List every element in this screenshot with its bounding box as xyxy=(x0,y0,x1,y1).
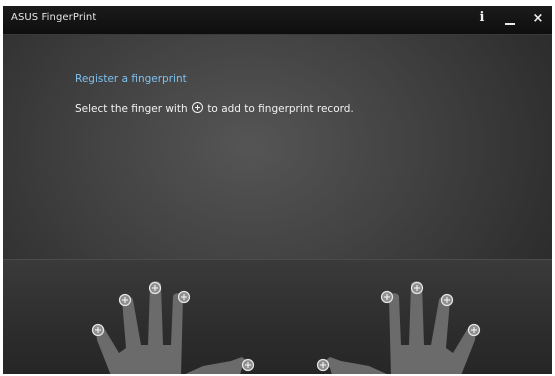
left-middle-add-button[interactable] xyxy=(148,281,162,295)
right-hand xyxy=(325,281,477,374)
title-bar: ASUS FingerPrint i × xyxy=(3,6,552,35)
instruction-text-end: to add to fingerprint record. xyxy=(207,103,354,115)
right-pinky-add-button[interactable] xyxy=(467,323,481,337)
instruction-text-start: Select the finger with xyxy=(75,103,188,115)
right-middle-add-button[interactable] xyxy=(410,281,424,295)
page-heading: Register a fingerprint xyxy=(75,73,187,85)
right-hand-shape xyxy=(325,281,477,374)
minimize-button[interactable] xyxy=(496,6,524,34)
app-title: ASUS FingerPrint xyxy=(11,12,97,23)
left-index-add-button[interactable] xyxy=(177,290,191,304)
left-thumb-add-button[interactable] xyxy=(241,358,255,372)
right-ring-add-button[interactable] xyxy=(440,293,454,307)
instruction-text: Select the finger with to add to fingerp… xyxy=(75,102,354,115)
minimize-icon xyxy=(505,23,515,25)
close-button[interactable]: × xyxy=(524,6,552,34)
info-button[interactable]: i xyxy=(468,6,496,34)
app-window: ASUS FingerPrint i × Register a fingerpr… xyxy=(3,6,552,374)
info-icon: i xyxy=(479,10,485,25)
plus-circle-icon xyxy=(191,102,203,113)
left-hand xyxy=(95,281,247,374)
left-ring-add-button[interactable] xyxy=(118,293,132,307)
close-icon: × xyxy=(532,11,544,26)
right-index-add-button[interactable] xyxy=(380,290,394,304)
left-hand-shape xyxy=(95,281,247,374)
hands-panel xyxy=(3,259,552,374)
right-thumb-add-button[interactable] xyxy=(316,358,330,372)
left-pinky-add-button[interactable] xyxy=(91,323,105,337)
